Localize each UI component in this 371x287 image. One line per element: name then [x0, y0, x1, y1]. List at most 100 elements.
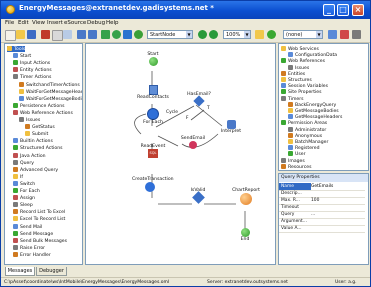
- hasemail-node[interactable]: HasEmail?: [186, 92, 212, 107]
- tree-item[interactable]: BatchManager: [288, 139, 328, 145]
- menu-help[interactable]: Help: [106, 20, 119, 26]
- menu-edit[interactable]: Edit: [18, 20, 29, 26]
- createtransaction-node[interactable]: CreateTransaction: [132, 177, 174, 192]
- cut-icon[interactable]: [41, 30, 50, 39]
- start-node-combo[interactable]: StartNode ▼: [147, 30, 193, 39]
- find-icon[interactable]: [255, 30, 264, 39]
- tree-item[interactable]: Input Actions: [13, 60, 50, 66]
- tree-item[interactable]: GetMessageBodies: [288, 108, 339, 114]
- close-button[interactable]: ×: [352, 4, 364, 16]
- redo-icon[interactable]: [88, 30, 97, 39]
- tree-item[interactable]: Send Mail: [13, 223, 42, 230]
- tree-item[interactable]: Advanced Query: [13, 166, 58, 173]
- tree-item[interactable]: Web Services: [281, 46, 319, 52]
- sendemail-node[interactable]: SendEmail: [178, 136, 208, 149]
- tree-item[interactable]: Timers: [281, 95, 304, 102]
- step-icon[interactable]: [209, 30, 218, 39]
- zoom-combo[interactable]: 100% ▼: [223, 30, 251, 39]
- tree-item[interactable]: Entity Actions: [13, 67, 52, 73]
- isvalid-node[interactable]: IsValid: [186, 188, 210, 204]
- tree-item[interactable]: Assign: [13, 195, 35, 201]
- readevent-node[interactable]: ReadEvent SQL: [138, 144, 168, 158]
- toolbox-tree[interactable]: Tools Start Input Actions Entity Actions Tim…: [4, 43, 83, 265]
- tree-item[interactable]: Structures: [281, 77, 312, 83]
- menu-insert[interactable]: Insert: [47, 20, 63, 26]
- menu-view[interactable]: View: [32, 20, 45, 26]
- tree-item[interactable]: Sleep: [13, 202, 33, 208]
- foreach-node[interactable]: For Each: [138, 108, 168, 125]
- tree-item[interactable]: Structured Actions: [13, 145, 63, 151]
- layout-icon[interactable]: [328, 30, 337, 39]
- help-icon[interactable]: [352, 30, 361, 39]
- menu-esource[interactable]: eSource: [64, 20, 86, 26]
- tree-item[interactable]: Error Handler: [13, 251, 51, 258]
- tree-item[interactable]: Submit: [25, 131, 48, 137]
- maximize-button[interactable]: □: [337, 4, 349, 16]
- tree-item[interactable]: Permission Areas: [281, 120, 327, 126]
- tree-item[interactable]: Anonymous: [288, 132, 322, 139]
- property-value[interactable]: GetEmails: [311, 183, 365, 190]
- tree-item[interactable]: SwitchandTimerActions: [19, 81, 80, 88]
- property-row[interactable]: Value A...: [279, 225, 365, 233]
- tree-item[interactable]: If: [13, 173, 23, 180]
- start-node[interactable]: Start: [143, 52, 163, 66]
- tree-item[interactable]: Issues: [19, 117, 40, 123]
- tree-item[interactable]: Excel To Record List: [13, 216, 65, 222]
- tree-item[interactable]: Persistence Actions: [13, 102, 65, 109]
- tree-item[interactable]: BackEnergyQuery: [288, 101, 336, 108]
- tree-item[interactable]: Tools: [7, 46, 26, 52]
- tree-item[interactable]: Raise Error: [13, 244, 45, 251]
- flow-canvas[interactable]: Start ReadContacts For Each HasEmail? In…: [85, 43, 276, 265]
- property-value[interactable]: ...: [311, 211, 315, 218]
- tree-item[interactable]: Administrator: [288, 126, 326, 133]
- tree-item[interactable]: Switch: [13, 180, 35, 187]
- tab-debugger[interactable]: Debugger: [36, 267, 67, 276]
- stop-icon[interactable]: [340, 30, 349, 39]
- tree-item[interactable]: Query: [13, 159, 34, 166]
- new-icon[interactable]: [5, 30, 16, 41]
- run-icon[interactable]: [101, 30, 110, 39]
- tree-item[interactable]: Builtin Actions: [13, 138, 53, 144]
- tree-item[interactable]: Send Message: [13, 230, 53, 237]
- publish-icon[interactable]: [112, 30, 121, 39]
- menu-file[interactable]: File: [5, 20, 14, 26]
- chartreport-node[interactable]: ChartReport: [229, 188, 263, 205]
- undo-icon[interactable]: [77, 30, 86, 39]
- minimize-button[interactable]: _: [323, 4, 335, 16]
- title-bar[interactable]: EnergyMessages@extranetdev.gadisystems.n…: [1, 1, 370, 19]
- tree-item[interactable]: User: [288, 151, 305, 157]
- eSpace-tree[interactable]: Web Services ConfigurationData Web Referen…: [278, 43, 369, 171]
- end-node[interactable]: End: [236, 228, 254, 242]
- tree-item[interactable]: Record List To Excel: [13, 209, 65, 215]
- tree-item[interactable]: Start: [13, 53, 31, 59]
- readcontacts-node[interactable]: ReadContacts: [136, 85, 170, 100]
- tree-item[interactable]: Web Reference Actions: [13, 109, 73, 116]
- verify-icon[interactable]: [134, 30, 143, 39]
- tree-item[interactable]: Timer Actions: [13, 74, 51, 80]
- tree-item[interactable]: Send Bulk Messages: [13, 237, 67, 244]
- paste-icon[interactable]: [63, 30, 72, 39]
- menu-debug[interactable]: Debug: [87, 20, 105, 26]
- tree-item[interactable]: Resources: [281, 163, 311, 170]
- interpret-node[interactable]: Interpret: [218, 120, 244, 134]
- tree-item[interactable]: Images: [281, 157, 305, 164]
- refresh-icon[interactable]: [267, 30, 276, 39]
- play-icon[interactable]: [198, 30, 207, 39]
- tree-item[interactable]: Web References: [281, 58, 325, 64]
- name-combo[interactable]: (none) ▼: [283, 30, 323, 39]
- tab-messages[interactable]: Messages: [5, 267, 35, 276]
- tree-item[interactable]: For Each: [13, 188, 40, 194]
- save-icon[interactable]: [27, 30, 36, 39]
- tree-item[interactable]: GetMessageHeaders: [288, 114, 342, 120]
- tree-item[interactable]: Entities: [281, 70, 305, 77]
- tree-item[interactable]: Registered: [288, 145, 320, 151]
- tree-item[interactable]: Issues: [288, 64, 309, 71]
- tree-item[interactable]: ConfigurationData: [288, 52, 337, 58]
- copy-icon[interactable]: [52, 30, 63, 41]
- debug-icon[interactable]: [123, 30, 132, 39]
- tree-item[interactable]: GetStatus: [25, 124, 55, 130]
- tree-item[interactable]: WaitForGetMessageBodies: [19, 95, 82, 102]
- tree-item[interactable]: Site Properties: [281, 89, 322, 95]
- property-value[interactable]: 100: [311, 197, 319, 204]
- tree-item[interactable]: Java Action: [13, 152, 46, 159]
